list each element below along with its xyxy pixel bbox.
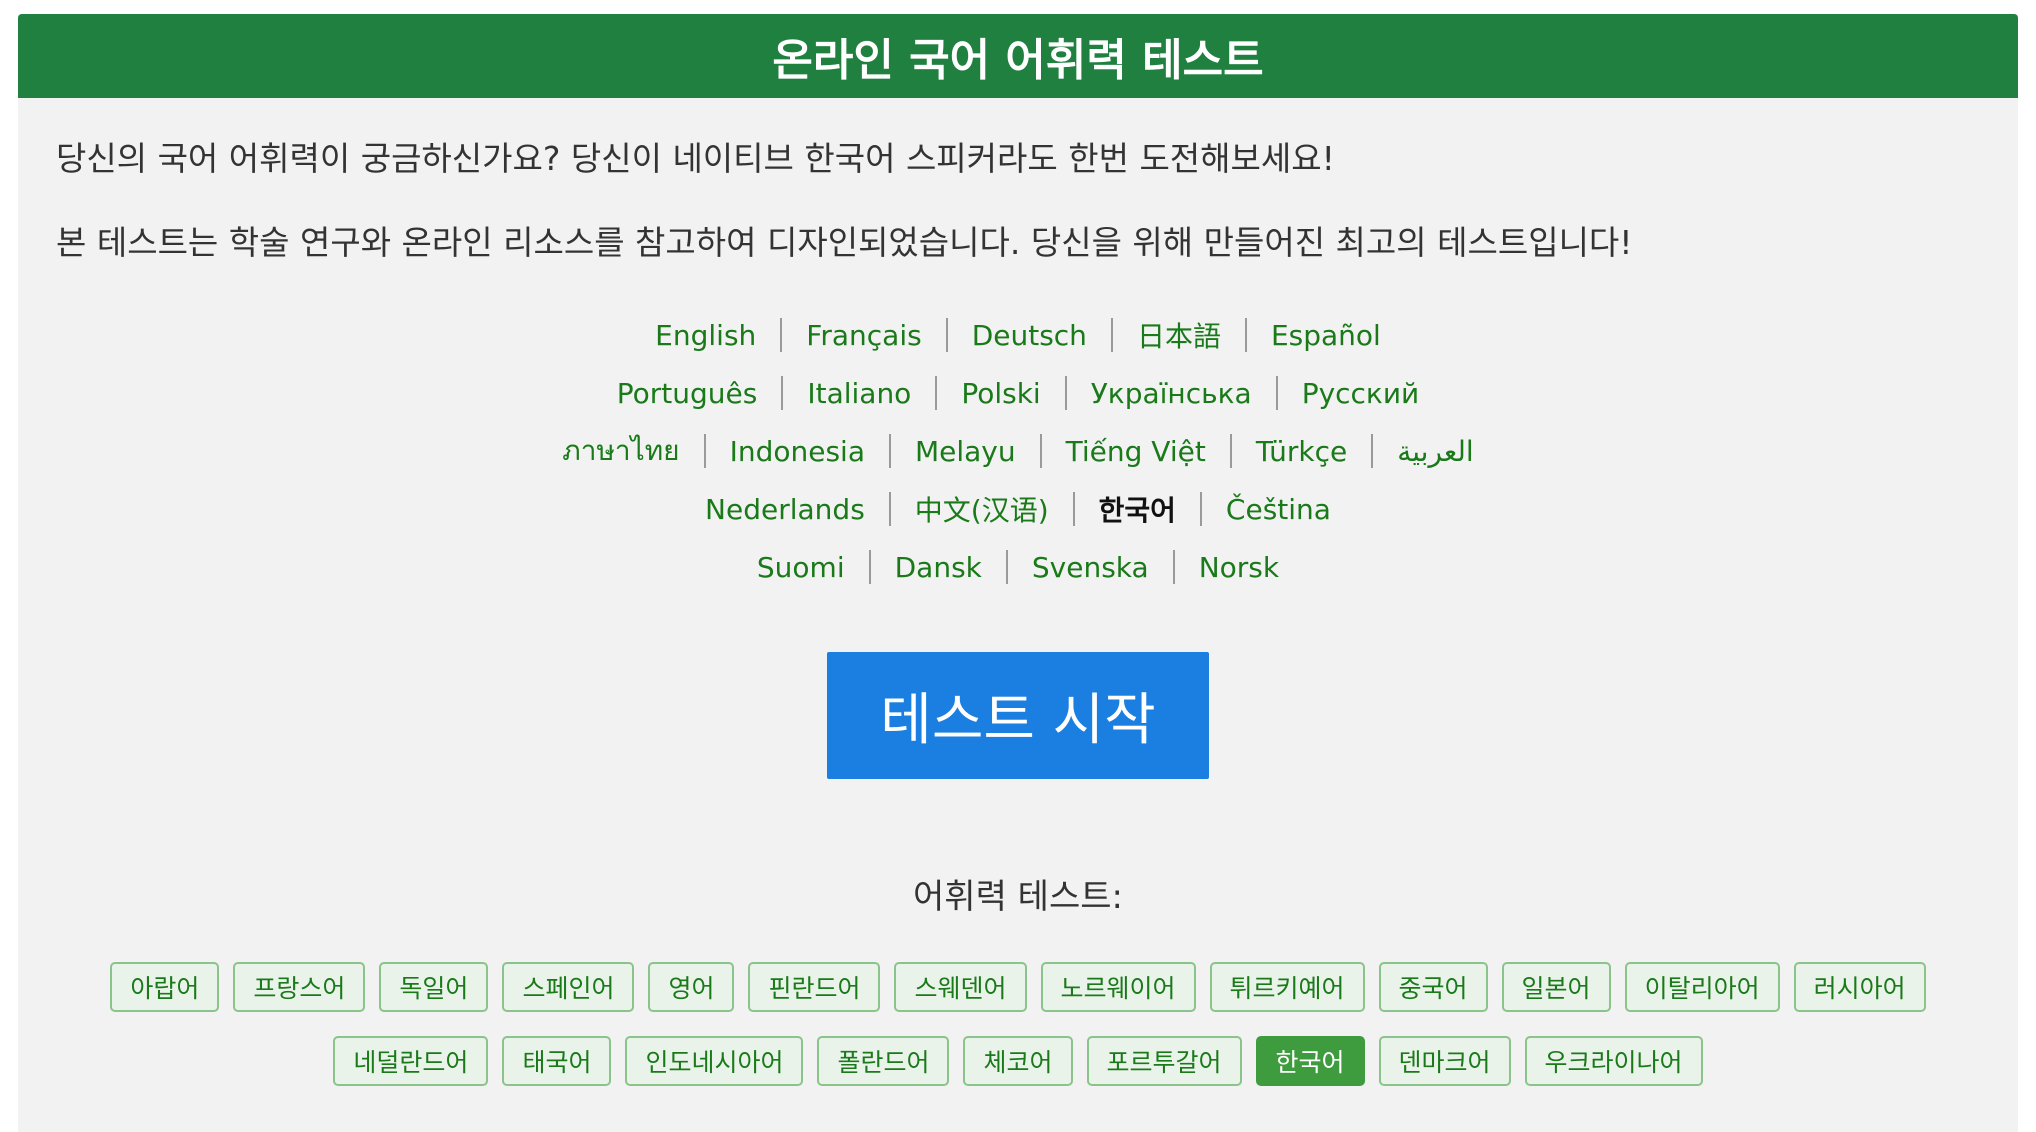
vocab-test-button[interactable]: 스웨덴어 — [894, 962, 1027, 1012]
start-button-wrap: 테스트 시작 — [18, 652, 2018, 779]
language-row: ภาษาไทย Indonesia Melayu Tiếng Việt Türkçe ال… — [18, 422, 2018, 480]
vocab-test-button[interactable]: 태국어 — [502, 1036, 612, 1086]
language-row: Português Italiano Polski Українська Русский — [18, 364, 2018, 422]
language-link[interactable]: Suomi — [733, 551, 869, 584]
vocab-test-button[interactable]: 네덜란드어 — [333, 1036, 489, 1086]
language-link[interactable]: Čeština — [1202, 493, 1355, 526]
vocab-test-button[interactable]: 스페인어 — [502, 962, 635, 1012]
language-link[interactable]: 中文(汉语) — [891, 489, 1073, 529]
language-link[interactable]: العربية — [1373, 435, 1498, 468]
language-link[interactable]: Русский — [1278, 377, 1444, 410]
vocab-test-button[interactable]: 이탈리아어 — [1624, 962, 1780, 1012]
intro-section: 당신의 국어 어휘력이 궁금하신가요? 당신이 네이티브 한국어 스피커라도 한… — [18, 98, 2018, 266]
vocab-test-button[interactable]: 중국어 — [1378, 962, 1488, 1012]
vocab-test-button[interactable]: 포르투갈어 — [1086, 1036, 1242, 1086]
page-header: 온라인 국어 어휘력 테스트 — [18, 14, 2018, 98]
language-link[interactable]: Italiano — [783, 377, 935, 410]
language-link[interactable]: Melayu — [891, 435, 1040, 468]
language-selector: English Français Deutsch 日本語 Español Portuguê… — [18, 306, 2018, 596]
vocab-test-button[interactable]: 체코어 — [963, 1036, 1073, 1086]
language-link[interactable]: Українська — [1067, 377, 1276, 410]
page-container: 온라인 국어 어휘력 테스트 당신의 국어 어휘력이 궁금하신가요? 당신이 네… — [18, 14, 2018, 1132]
language-link[interactable]: 日本語 — [1113, 315, 1245, 355]
vocab-test-button[interactable]: 일본어 — [1501, 962, 1611, 1012]
language-link[interactable]: Dansk — [871, 551, 1006, 584]
page-title: 온라인 국어 어휘력 테스트 — [772, 35, 1264, 86]
language-row: English Français Deutsch 日本語 Español — [18, 306, 2018, 364]
language-link[interactable]: Deutsch — [948, 319, 1111, 352]
vocab-test-button[interactable]: 인도네시아어 — [625, 1036, 804, 1086]
language-link[interactable]: Indonesia — [706, 435, 889, 468]
vocab-test-button[interactable]: 덴마크어 — [1378, 1036, 1511, 1086]
language-row: Nederlands 中文(汉语) 한국어 Čeština — [18, 480, 2018, 538]
language-link[interactable]: Türkçe — [1232, 435, 1371, 468]
language-link[interactable]: Français — [782, 319, 945, 352]
language-link[interactable]: Español — [1247, 319, 1405, 352]
vocab-test-button[interactable]: 한국어 — [1255, 1036, 1365, 1086]
vocab-test-button[interactable]: 우크라이나어 — [1524, 1036, 1703, 1086]
language-link[interactable]: ภาษาไทย — [538, 429, 703, 473]
vocab-tests-title: 어휘력 테스트: — [913, 877, 1123, 917]
vocab-test-row: 아랍어 프랑스어 독일어 스페인어 영어 핀란드어 스웨덴어 노르웨이어 튀르키예어 중국어 일본어… — [18, 962, 2018, 1012]
language-link[interactable]: English — [631, 319, 780, 352]
language-link[interactable]: Nederlands — [681, 493, 889, 526]
language-link[interactable]: Norsk — [1175, 551, 1303, 584]
intro-text-2: 본 테스트는 학술 연구와 온라인 리소스를 참고하여 디자인되었습니다. 당신… — [56, 223, 1633, 262]
language-link[interactable]: Svenska — [1008, 551, 1173, 584]
vocab-test-button[interactable]: 영어 — [648, 962, 735, 1012]
vocab-test-button[interactable]: 폴란드어 — [817, 1036, 950, 1086]
language-link[interactable]: Português — [593, 377, 782, 410]
vocab-test-button[interactable]: 아랍어 — [110, 962, 220, 1012]
vocab-test-button[interactable]: 튀르키예어 — [1209, 962, 1365, 1012]
vocab-test-button[interactable]: 프랑스어 — [233, 962, 366, 1012]
vocab-test-button[interactable]: 핀란드어 — [748, 962, 881, 1012]
vocab-test-button[interactable]: 독일어 — [379, 962, 489, 1012]
start-test-button[interactable]: 테스트 시작 — [827, 652, 1209, 779]
language-link[interactable]: 한국어 — [1075, 489, 1200, 529]
intro-text-1: 당신의 국어 어휘력이 궁금하신가요? 당신이 네이티브 한국어 스피커라도 한… — [56, 139, 1335, 178]
vocab-test-list: 아랍어 프랑스어 독일어 스페인어 영어 핀란드어 스웨덴어 노르웨이어 튀르키예어 중국어 일본어… — [18, 962, 2018, 1086]
vocab-test-button[interactable]: 러시아어 — [1793, 962, 1926, 1012]
language-link[interactable]: Tiếng Việt — [1042, 435, 1230, 468]
vocab-test-button[interactable]: 노르웨이어 — [1040, 962, 1196, 1012]
language-row: Suomi Dansk Svenska Norsk — [18, 538, 2018, 596]
language-link[interactable]: Polski — [937, 377, 1064, 410]
vocab-test-row: 네덜란드어 태국어 인도네시아어 폴란드어 체코어 포르투갈어 한국어 덴마크어 우크라이나어 — [18, 1036, 2018, 1086]
